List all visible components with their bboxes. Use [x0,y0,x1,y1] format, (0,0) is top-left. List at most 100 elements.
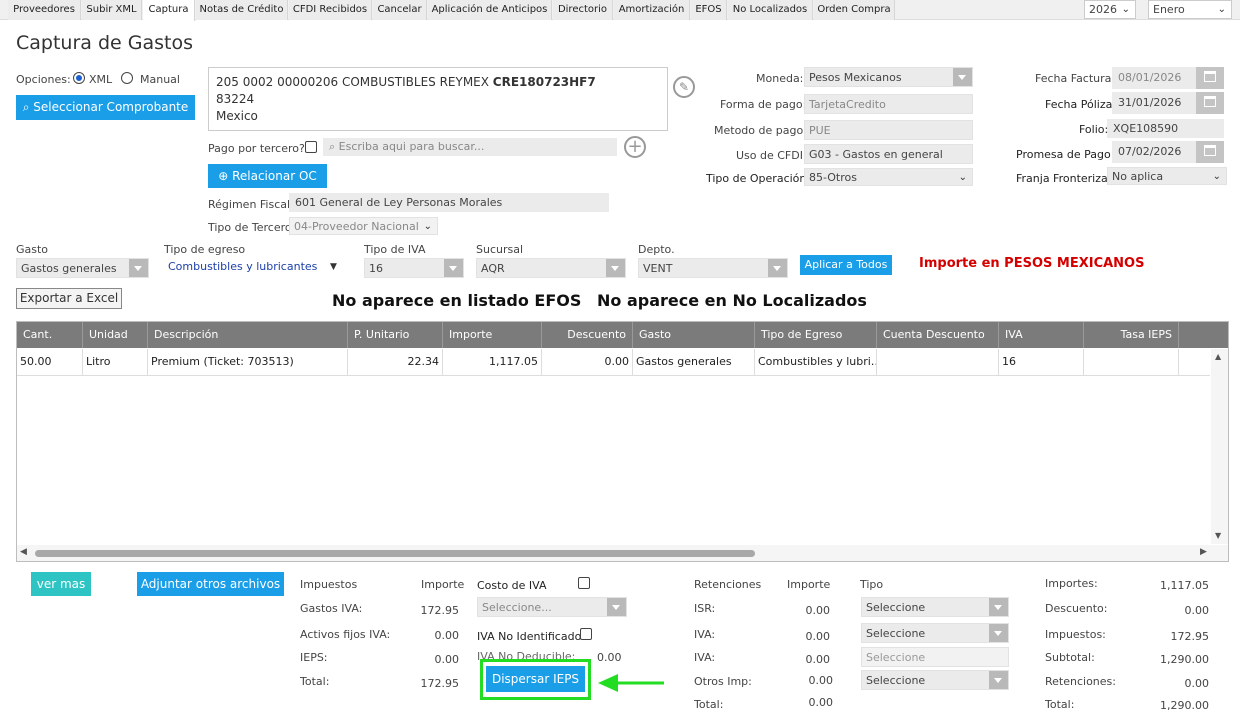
promesa-pago-field[interactable]: 07/02/2026 [1112,141,1224,163]
tab-amortizacion[interactable]: Amortización [614,0,690,20]
tab-orden-compra[interactable]: Orden Compra [814,0,895,20]
folio-field[interactable]: XQE108590 [1107,119,1224,138]
month-select[interactable]: Enero ⌄ [1148,0,1232,19]
metodo-pago-select[interactable]: PUE [804,120,973,140]
chevron-down-icon: ⌄ [1212,171,1221,182]
pago-tercero-checkbox[interactable] [305,141,317,153]
scroll-right-icon[interactable]: ▶ [1200,547,1207,557]
col-importe[interactable]: Importe [443,322,542,348]
col-descuento[interactable]: Descuento [542,322,633,348]
col-descripcion[interactable]: Descripción [148,322,348,348]
gasto-value: Gastos generales [21,262,117,275]
relacionar-oc-button[interactable]: ⊕ Relacionar OC [208,164,327,188]
table-row-cell[interactable]: 22.34 [348,349,443,375]
tab-cancelar[interactable]: Cancelar [373,0,427,20]
ver-mas-button[interactable]: ver mas [31,572,91,596]
tipo-operacion-select[interactable]: 85-Otros ⌄ [804,168,973,186]
scroll-up-icon[interactable]: ▲ [1215,352,1221,361]
edit-pencil-icon[interactable]: ✎ [673,76,695,98]
tab-subir-xml[interactable]: Subir XML [82,0,142,20]
col-cuenta-descuento[interactable]: Cuenta Descuento [877,322,999,348]
costo-iva-checkbox[interactable] [578,577,590,589]
xml-radio[interactable] [73,72,85,84]
table-row-cell[interactable]: Premium (Ticket: 703513) [148,349,348,375]
iva-no-identificado-checkbox[interactable] [580,628,592,640]
col-unidad[interactable]: Unidad [83,322,148,348]
table-row-cell[interactable]: Gastos generales [633,349,755,375]
isr-tipo-select[interactable]: Seleccione [861,597,1009,617]
fecha-poliza-value: 31/01/2026 [1118,96,1182,109]
tab-notas-credito[interactable]: Notas de Crédito [196,0,288,20]
scroll-left-icon[interactable]: ◀ [20,547,27,557]
table-row-cell[interactable]: Combustibles y lubri… [755,349,877,375]
caret-down-icon[interactable]: ▼ [330,262,337,272]
ret-iva2-value: 0.00 [805,653,831,666]
tab-no-localizados[interactable]: No Localizados [728,0,813,20]
vertical-scrollbar[interactable]: ▲ ▼ [1211,349,1228,544]
horizontal-scrollbar[interactable]: ◀ ▶ [17,545,1228,561]
col-tasa-ieps[interactable]: Tasa IEPS [1084,322,1179,348]
scroll-thumb[interactable] [35,550,755,557]
tercero-search-input[interactable]: ⌕ Escriba aqui para buscar... [323,138,617,156]
sucursal-select[interactable]: AQR [476,258,626,278]
chevron-down-icon: ⌄ [1121,4,1130,15]
otros-imp-tipo-select[interactable]: Seleccione [861,670,1009,690]
col-iva[interactable]: IVA [999,322,1084,348]
retenciones-importe-header: Importe [787,578,831,591]
ieps-label: IEPS: [300,651,328,664]
table-row-cell[interactable]: Litro [83,349,148,375]
ret-iva2-tipo-select[interactable]: Seleccione [861,647,1009,667]
dispersar-ieps-button[interactable]: Dispersar IEPS [486,666,585,692]
tipo-egreso-select[interactable]: Combustibles y lubricantes [164,257,324,277]
ret-iva-value: 0.00 [805,630,831,643]
adjuntar-archivos-button[interactable]: Adjuntar otros archivos [137,572,284,596]
table-row-cell[interactable]: 50.00 [17,349,83,375]
table-row-cell[interactable]: 16 [999,349,1084,375]
tab-proveedores[interactable]: Proveedores [8,0,81,20]
subtotal-value: 1,290.00 [1160,653,1209,666]
col-p-unitario[interactable]: P. Unitario [348,322,443,348]
costo-iva-select[interactable]: Seleccione... [477,597,627,617]
calendar-icon[interactable] [1196,141,1224,163]
tab-captura[interactable]: Captura [143,0,195,21]
year-select[interactable]: 2026 ⌄ [1084,0,1136,19]
tab-cfdi-recibidos[interactable]: CFDI Recibidos [289,0,372,20]
aplicar-todos-button[interactable]: Aplicar a Todos [800,255,892,275]
col-cant[interactable]: Cant. [17,322,83,348]
forma-pago-select[interactable]: TarjetaCredito [804,94,973,114]
manual-label: Manual [140,73,180,86]
grid-header: Cant. Unidad Descripción P. Unitario Imp… [17,322,1228,348]
gastos-iva-value: 172.95 [420,604,460,617]
depto-select[interactable]: VENT [638,258,788,278]
franja-select[interactable]: No aplica ⌄ [1107,167,1227,185]
ret-iva-tipo-select[interactable]: Seleccione [861,623,1009,643]
tab-anticipos[interactable]: Aplicación de Anticipos [428,0,552,20]
gasto-select[interactable]: Gastos generales [16,258,149,278]
exportar-excel-button[interactable]: Exportar a Excel [16,288,122,309]
calendar-icon[interactable] [1196,92,1224,114]
manual-radio[interactable] [121,72,133,84]
calendar-icon[interactable] [1196,67,1224,89]
pago-tercero-label: Pago por tercero? [208,142,305,155]
tab-directorio[interactable]: Directorio [553,0,613,20]
col-tipo-egreso[interactable]: Tipo de Egreso [755,322,877,348]
xml-label: XML [89,73,113,86]
moneda-select[interactable]: Pesos Mexicanos [804,67,973,87]
ret-iva-tipo-value: Seleccione [866,627,926,640]
fecha-factura-field[interactable]: 08/01/2026 [1112,67,1224,89]
uso-cfdi-select[interactable]: G03 - Gastos en general [804,144,973,164]
seleccionar-comprobante-button[interactable]: ⌕ Seleccionar Comprobante [16,95,195,120]
tab-efos[interactable]: EFOS [691,0,727,20]
fecha-poliza-field[interactable]: 31/01/2026 [1112,92,1224,114]
col-gasto[interactable]: Gasto [633,322,755,348]
table-row-cell[interactable] [877,349,999,375]
tipo-operacion-label: Tipo de Operación: [706,172,811,185]
add-icon[interactable]: + [624,136,646,158]
table-row-cell[interactable] [1084,349,1179,375]
scroll-down-icon[interactable]: ▼ [1215,531,1221,540]
tipo-tercero-select[interactable]: 04-Proveedor Nacional ⌄ [289,217,438,235]
col-extra[interactable] [1179,322,1229,348]
table-row-cell[interactable]: 0.00 [542,349,633,375]
tipo-iva-select[interactable]: 16 [364,258,464,278]
table-row-cell[interactable]: 1,117.05 [443,349,542,375]
